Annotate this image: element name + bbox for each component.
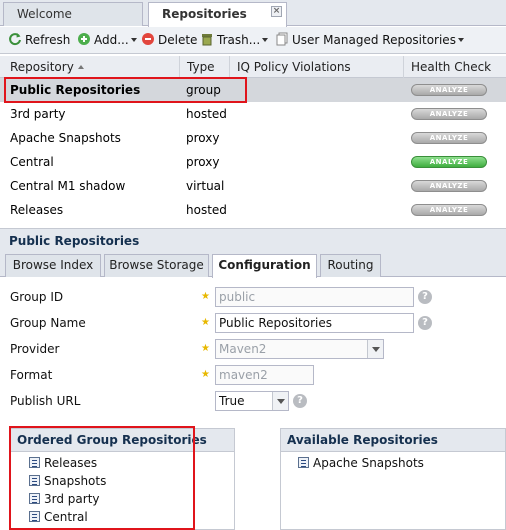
tab-configuration[interactable]: Configuration xyxy=(212,254,317,278)
required-star-icon: ★ xyxy=(201,369,210,380)
column-iq-label: IQ Policy Violations xyxy=(237,60,351,74)
close-icon[interactable]: × xyxy=(271,6,282,17)
repository-type: proxy xyxy=(186,155,220,169)
configuration-form: Group ID ★ public ? Group Name ★ Public … xyxy=(0,278,506,530)
tab-browse-storage[interactable]: Browse Storage xyxy=(104,254,209,277)
refresh-label: Refresh xyxy=(25,33,71,47)
table-row[interactable]: Apache Snapshots proxy ANALYZE xyxy=(0,126,506,150)
repository-type: hosted xyxy=(186,107,227,121)
required-star-icon: ★ xyxy=(201,343,210,354)
tab-repositories[interactable]: Repositories × xyxy=(148,2,287,27)
table-row[interactable]: Releases hosted ANALYZE xyxy=(0,198,506,222)
repository-icon xyxy=(298,457,309,468)
provider-value: Maven2 xyxy=(219,342,267,356)
user-managed-label: User Managed Repositories xyxy=(292,33,456,47)
analyze-button[interactable]: ANALYZE xyxy=(411,132,487,144)
detail-panel-title: Public Repositories xyxy=(0,228,506,252)
user-managed-repositories-button[interactable]: User Managed Repositories xyxy=(275,32,464,49)
list-item[interactable]: Apache Snapshots xyxy=(298,454,424,472)
group-id-label: Group ID xyxy=(10,290,64,304)
tab-routing-label: Routing xyxy=(327,258,374,272)
main-tab-strip: Welcome Repositories × xyxy=(0,0,506,27)
column-repository-label: Repository xyxy=(10,60,74,74)
help-icon[interactable]: ? xyxy=(418,290,432,304)
available-repositories-panel: Available Repositories Apache Snapshots xyxy=(280,428,506,530)
provider-label: Provider xyxy=(10,342,60,356)
repository-grid-header: Repository Type IQ Policy Violations Hea… xyxy=(0,56,506,78)
tab-welcome[interactable]: Welcome xyxy=(3,2,143,26)
document-icon xyxy=(276,32,288,46)
group-name-field[interactable]: Public Repositories xyxy=(215,313,414,333)
chevron-down-icon xyxy=(272,392,288,410)
repository-name: 3rd party xyxy=(10,107,66,121)
chevron-down-icon xyxy=(130,38,137,42)
analyze-button[interactable]: ANALYZE xyxy=(411,108,487,120)
add-icon xyxy=(78,33,90,45)
publish-url-label: Publish URL xyxy=(10,394,81,408)
trash-icon xyxy=(202,34,212,46)
highlight-box xyxy=(9,426,195,530)
help-icon[interactable]: ? xyxy=(293,394,307,408)
repository-name: Apache Snapshots xyxy=(10,131,121,145)
help-icon[interactable]: ? xyxy=(418,316,432,330)
column-iq-policy[interactable]: IQ Policy Violations xyxy=(230,56,404,78)
trash-button[interactable]: Trash... xyxy=(200,32,269,49)
required-star-icon: ★ xyxy=(201,317,210,328)
repository-name: Central M1 shadow xyxy=(10,179,126,193)
sort-asc-icon xyxy=(77,65,84,69)
refresh-button[interactable]: Refresh xyxy=(8,32,70,49)
format-label: Format xyxy=(10,368,53,382)
repository-type: virtual xyxy=(186,179,225,193)
available-repositories-title: Available Repositories xyxy=(281,429,505,452)
list-item-label: Apache Snapshots xyxy=(313,456,424,470)
refresh-icon xyxy=(9,33,21,46)
tab-browse-storage-label: Browse Storage xyxy=(109,258,204,272)
repository-name: Central xyxy=(10,155,54,169)
table-row[interactable]: Central M1 shadow virtual ANALYZE xyxy=(0,174,506,198)
chevron-down-icon xyxy=(262,38,269,42)
repository-name: Releases xyxy=(10,203,64,217)
delete-label: Delete xyxy=(158,33,198,47)
provider-select[interactable]: Maven2 xyxy=(215,339,384,359)
highlight-box xyxy=(4,77,247,103)
analyze-button[interactable]: ANALYZE xyxy=(411,180,487,192)
column-type[interactable]: Type xyxy=(180,56,230,78)
detail-tab-strip: Browse Index Browse Storage Configuratio… xyxy=(0,252,506,278)
tab-repositories-label: Repositories xyxy=(162,7,247,21)
column-type-label: Type xyxy=(187,60,215,74)
delete-icon xyxy=(142,33,154,45)
group-id-field[interactable]: public xyxy=(215,287,414,307)
tab-configuration-label: Configuration xyxy=(218,258,311,272)
tab-browse-index-label: Browse Index xyxy=(12,258,94,272)
column-health-check[interactable]: Health Check xyxy=(404,56,506,78)
required-star-icon: ★ xyxy=(201,291,210,302)
publish-url-select[interactable]: True xyxy=(215,391,289,411)
trash-label: Trash... xyxy=(217,33,261,47)
tab-browse-index[interactable]: Browse Index xyxy=(5,254,101,277)
column-health-label: Health Check xyxy=(411,60,492,74)
analyze-button[interactable]: ANALYZE xyxy=(411,84,487,96)
table-row[interactable]: Central proxy ANALYZE xyxy=(0,150,506,174)
format-field[interactable]: maven2 xyxy=(215,365,314,385)
column-repository[interactable]: Repository xyxy=(0,56,180,78)
tab-routing[interactable]: Routing xyxy=(320,254,381,277)
analyze-button[interactable]: ANALYZE xyxy=(411,204,487,216)
group-name-label: Group Name xyxy=(10,316,86,330)
publish-url-value: True xyxy=(219,394,245,408)
analyze-button[interactable]: ANALYZE xyxy=(411,156,487,168)
chevron-down-icon xyxy=(367,340,383,358)
chevron-down-icon xyxy=(457,38,464,42)
repository-type: proxy xyxy=(186,131,220,145)
repositories-toolbar: Refresh Add... Delete Trash... User Mana… xyxy=(0,27,506,54)
add-button[interactable]: Add... xyxy=(77,32,137,49)
delete-button[interactable]: Delete xyxy=(141,32,197,49)
add-label: Add... xyxy=(94,33,129,47)
tab-welcome-label: Welcome xyxy=(17,7,72,21)
table-row[interactable]: 3rd party hosted ANALYZE xyxy=(0,102,506,126)
repository-type: hosted xyxy=(186,203,227,217)
